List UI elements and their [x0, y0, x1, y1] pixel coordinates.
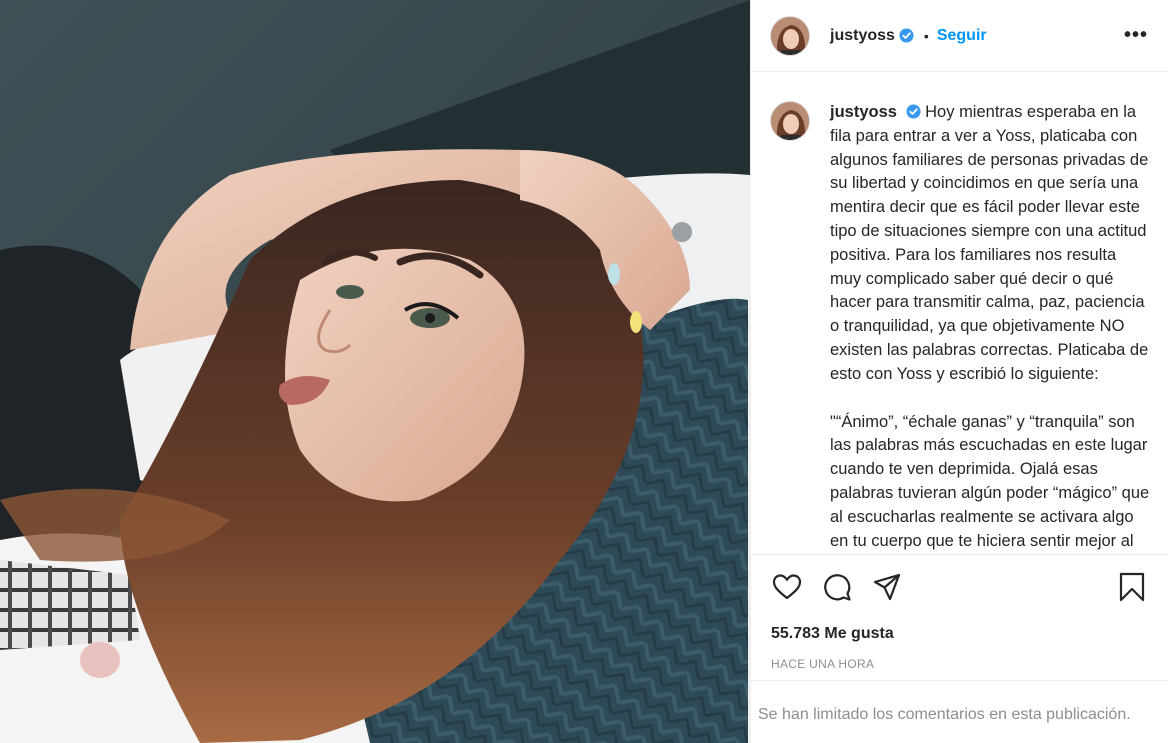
caption-text: justyoss Hoy mientras esperaba en la fil…: [830, 101, 1150, 554]
header-username[interactable]: justyoss: [830, 27, 895, 45]
post-details-panel: justyoss • Seguir ••• justyoss Hoy mient…: [750, 0, 1168, 743]
comment-icon[interactable]: [821, 571, 853, 603]
follow-button[interactable]: Seguir: [937, 27, 987, 45]
caption-avatar[interactable]: [770, 101, 810, 141]
paper-plane-icon[interactable]: [871, 571, 903, 603]
caption-username[interactable]: justyoss: [830, 103, 897, 121]
comments-limited-notice: Se han limitado los comentarios en esta …: [751, 680, 1168, 743]
post-actions-section: 55.783 Me gusta HACE UNA HORA: [751, 554, 1168, 671]
caption-paragraph-1: Hoy mientras esperaba en la fila para en…: [830, 103, 1153, 383]
caption: justyoss Hoy mientras esperaba en la fil…: [770, 101, 1150, 554]
post-photo-illustration: [0, 0, 750, 743]
avatar[interactable]: [770, 15, 810, 56]
verified-badge-icon: [906, 104, 921, 119]
likes-count[interactable]: 55.783 Me gusta: [771, 625, 1148, 643]
post-photo[interactable]: [0, 0, 750, 743]
caption-paragraph-2: "“Ánimo”, “échale ganas” y “tranquila” s…: [830, 412, 1150, 550]
comments-area[interactable]: justyoss Hoy mientras esperaba en la fil…: [751, 73, 1168, 554]
bookmark-icon[interactable]: [1116, 571, 1148, 603]
more-options-icon[interactable]: •••: [1124, 24, 1148, 47]
heart-icon[interactable]: [771, 571, 803, 603]
action-bar: [771, 555, 1148, 619]
verified-badge-icon: [899, 28, 914, 43]
post-header: justyoss • Seguir •••: [751, 0, 1168, 72]
post-timestamp[interactable]: HACE UNA HORA: [771, 657, 1148, 671]
header-separator: •: [923, 27, 929, 44]
